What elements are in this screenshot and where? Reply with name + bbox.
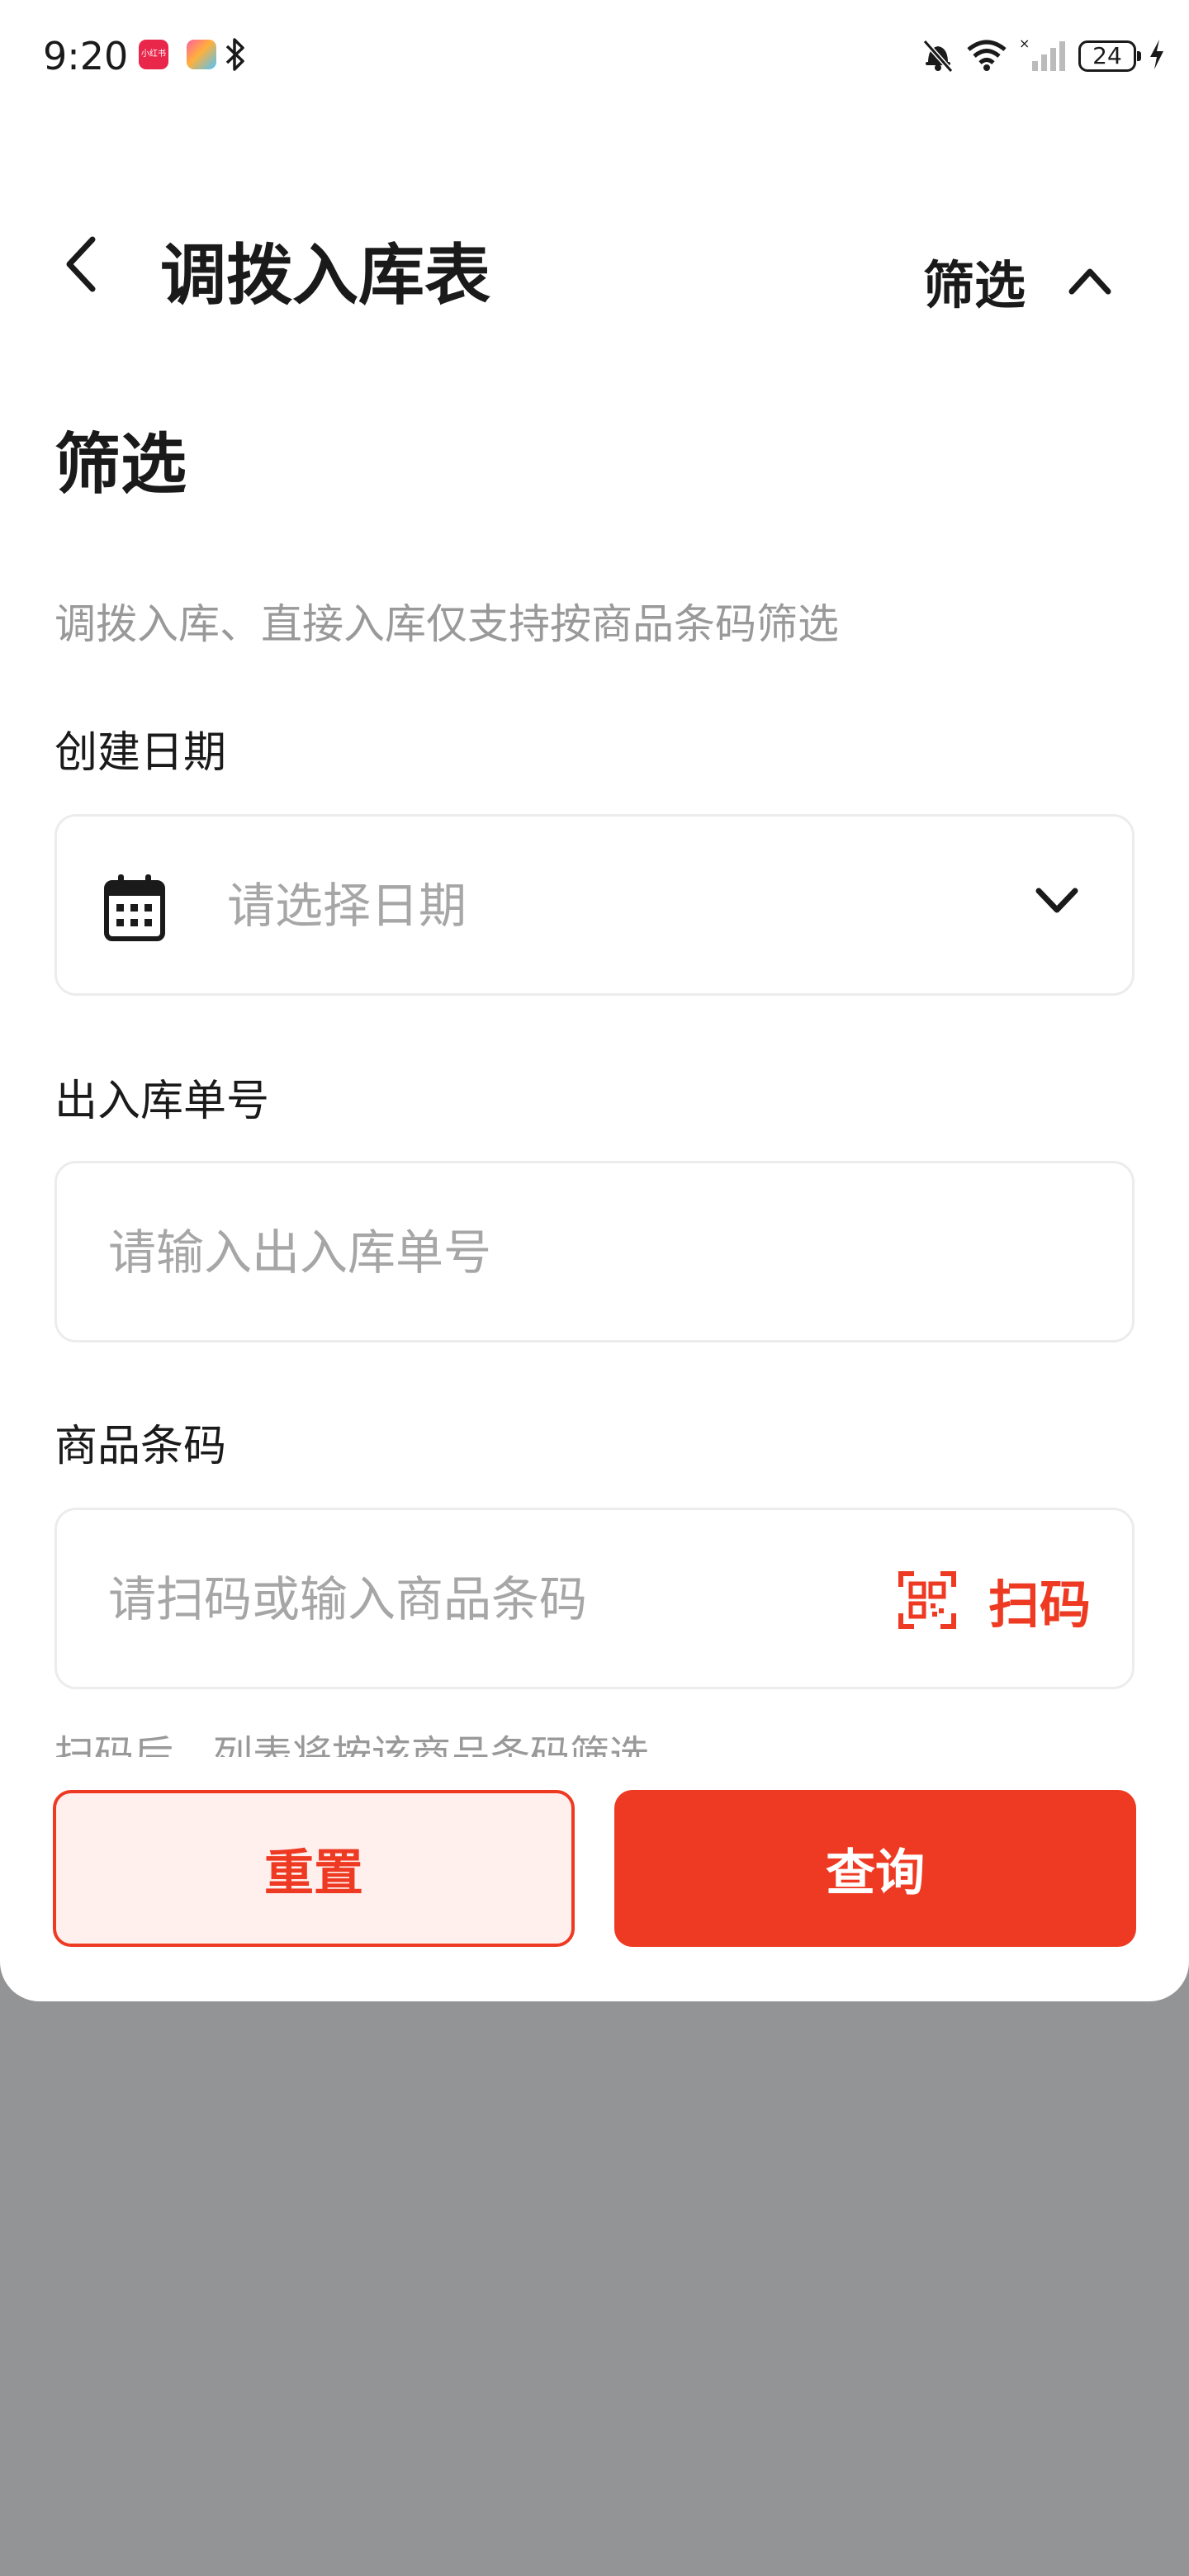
battery-icon: 24: [1078, 40, 1141, 72]
page-header: 调拨入库表 筛选: [0, 182, 1189, 347]
barcode-placeholder: 请扫码或输入商品条码: [108, 1571, 588, 1627]
order-number-placeholder: 请输入出入库单号: [108, 1224, 492, 1281]
date-placeholder: 请选择日期: [227, 878, 467, 934]
filter-sheet: 9:20 小红书 × 24 调拨入库表 筛选 筛选 调拨入库、直接入库仅支持按商…: [0, 0, 1189, 2001]
order-number-field[interactable]: 请输入出入库单号: [54, 1161, 1135, 1342]
chevron-up-icon: [1068, 268, 1111, 295]
wifi-icon: [966, 38, 1007, 74]
reset-button[interactable]: 重置: [53, 1790, 575, 1947]
chevron-down-icon: [1035, 886, 1079, 919]
signal-icon: ×: [1019, 36, 1067, 76]
svg-text:×: ×: [1019, 36, 1030, 51]
chevron-left-icon: [66, 236, 96, 292]
scan-hint: 扫码后，列表将按该商品条码筛选: [54, 1732, 650, 1757]
barcode-label: 商品条码: [54, 1422, 227, 1471]
order-number-label: 出入库单号: [54, 1077, 270, 1126]
scan-button[interactable]: 扫码: [898, 1563, 1091, 1637]
page-title: 调拨入库表: [160, 237, 490, 314]
app-notification-icon: 小红书: [139, 40, 168, 69]
charging-icon: [1148, 38, 1166, 74]
qr-scan-icon: [898, 1571, 956, 1629]
barcode-field[interactable]: 请扫码或输入商品条码 扫码: [54, 1508, 1135, 1689]
query-button[interactable]: 查询: [614, 1790, 1136, 1947]
status-time: 9:20: [43, 34, 129, 78]
app-notification-icon-2: [187, 40, 216, 69]
dim-overlay[interactable]: [0, 2001, 1189, 2576]
filter-toggle[interactable]: 筛选: [923, 239, 1111, 322]
bluetooth-icon: [225, 36, 246, 76]
calendar-icon: [103, 873, 166, 945]
date-picker[interactable]: 请选择日期: [54, 814, 1135, 996]
section-title: 筛选: [54, 426, 187, 503]
filter-toggle-label: 筛选: [923, 255, 1026, 315]
status-bar: 9:20 小红书 × 24: [0, 0, 1189, 112]
mute-bell-icon: [921, 36, 955, 76]
scan-label: 扫码: [988, 1574, 1091, 1635]
filter-notice: 调拨入库、直接入库仅支持按商品条码筛选: [54, 600, 839, 648]
back-button[interactable]: [51, 234, 111, 294]
date-label: 创建日期: [54, 728, 227, 778]
status-icons: × 24: [921, 33, 1166, 79]
